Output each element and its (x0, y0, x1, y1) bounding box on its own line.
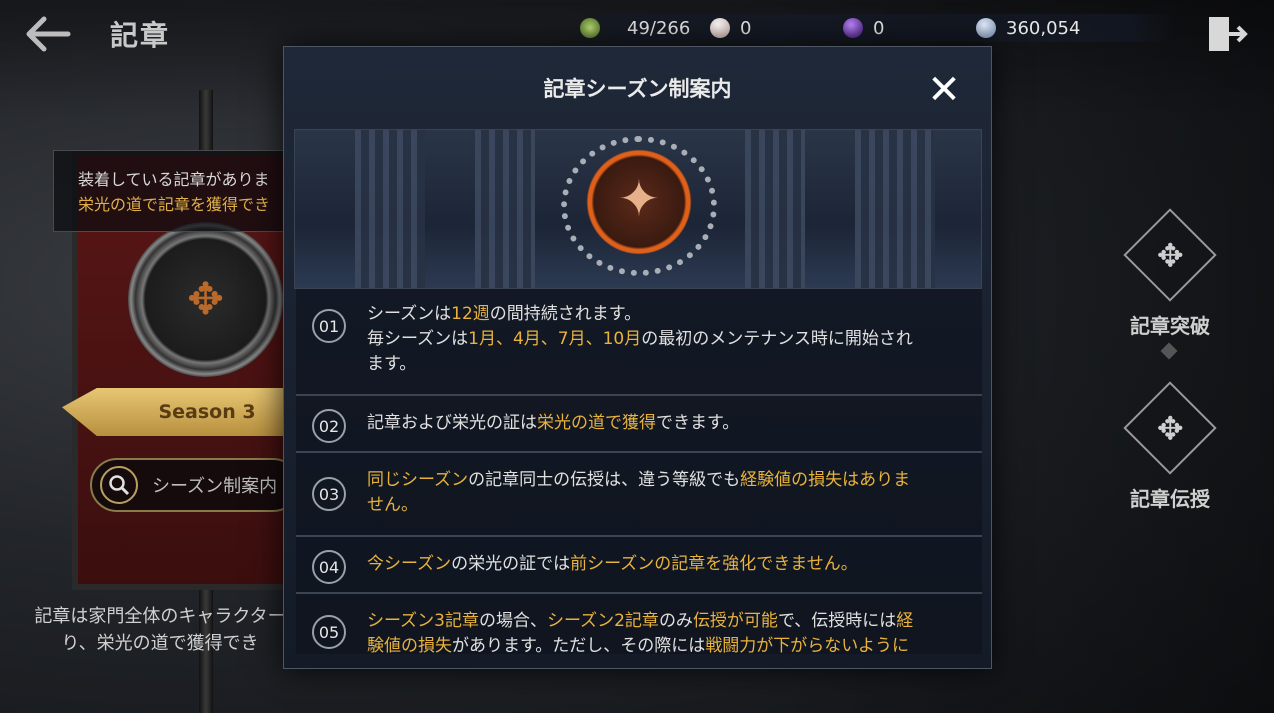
emblem-slot[interactable]: ✥ (128, 222, 283, 377)
highlight-text: 経験値の損失はありま (740, 470, 911, 490)
rule-line: 験値の損失があります。ただし、その際には戦闘力が下がらないように (367, 634, 922, 654)
rule-line: シーズン3記章の場合、シーズン2記章のみ伝授が可能で、伝授時には経 (367, 609, 922, 634)
resource-value: 0 (740, 17, 752, 39)
rule-item: 01 シーズンは12週の間持続されます。 毎シーズンは1月、4月、7月、10月の最… (296, 289, 982, 396)
bottom-note: 記章は家門全体のキャラクター り、栄光の道で獲得でき (30, 603, 290, 657)
plain-text: 記章および栄光の証は (367, 413, 537, 433)
equip-info-box: 装着している記章がありま 栄光の道で記章を獲得でき (53, 150, 293, 232)
resource-value: 0 (873, 17, 885, 39)
knot-icon: ✥ (1156, 409, 1184, 447)
season-guide-button[interactable]: シーズン制案内 (90, 458, 300, 512)
green-gem-icon (580, 18, 600, 38)
highlight-text: 栄光の道で獲得 (537, 413, 656, 433)
transfer-diamond: ✥ (1123, 381, 1217, 475)
exit-icon[interactable] (1205, 14, 1249, 54)
rule-item: 03 同じシーズンの記章同士の伝授は、違う等級でも経験値の損失はありま せん。 (296, 453, 982, 537)
note-line: 記章は家門全体のキャラクター (34, 606, 286, 627)
modal-title: 記章シーズン制案内 (543, 77, 732, 101)
resource-value: 360,054 (1006, 17, 1081, 39)
purple-orb-icon (843, 18, 863, 38)
rule-text: 同じシーズンの記章同士の伝授は、違う等級でも経験値の損失はありま せん。 (367, 468, 922, 518)
info-line: 栄光の道で記章を獲得でき (78, 195, 271, 214)
pillar (855, 130, 935, 288)
rule-number: 01 (312, 309, 346, 343)
highlight-text: 験値の損失 (367, 636, 452, 654)
plain-text: 毎シーズンは (367, 329, 469, 349)
pillar (475, 130, 535, 288)
plain-text: の栄光の証では (451, 554, 571, 574)
plain-text: の場合、 (478, 611, 547, 631)
highlight-text: 同じシーズン (367, 470, 469, 490)
transfer-label: 記章伝授 (1130, 487, 1210, 511)
highlight-text: 今シーズン (367, 554, 452, 574)
knot-icon: ✥ (187, 274, 224, 325)
rule-line: 同じシーズンの記章同士の伝授は、違う等級でも経験値の損失はありま (367, 468, 922, 493)
highlight-text: 前シーズンの記章を強化できません。 (570, 554, 858, 574)
resource-value: 49/266 (627, 17, 691, 39)
highlight-text: 12週 (451, 304, 490, 324)
rule-number: 04 (312, 550, 346, 584)
season-guide-label: シーズン制案内 (152, 476, 278, 497)
plain-text: できます。 (656, 413, 740, 433)
plain-text: で、伝授時には (777, 611, 897, 631)
rule-item: 05 シーズン3記章の場合、シーズン2記章のみ伝授が可能で、伝授時には経 験値の損… (296, 594, 982, 654)
rule-text: 今シーズンの栄光の証では前シーズンの記章を強化できません。 (367, 552, 922, 577)
breakthrough-button[interactable]: ✥ 記章突破 (1110, 208, 1230, 339)
silver-coin-icon (976, 18, 996, 38)
rules-list[interactable]: 01 シーズンは12週の間持続されます。 毎シーズンは1月、4月、7月、10月の最… (296, 289, 982, 654)
rule-line: せん。 (367, 493, 922, 518)
close-icon[interactable]: ✕ (924, 70, 964, 111)
medal-icon: ✦ (581, 144, 697, 260)
white-pearl-icon (710, 18, 730, 38)
breakthrough-label: 記章突破 (1130, 314, 1210, 338)
highlight-text: 経 (896, 611, 914, 631)
knot-icon: ✥ (1156, 236, 1184, 274)
info-line: 装着している記章がありま (78, 170, 270, 189)
note-line: り、栄光の道で獲得でき (61, 633, 259, 654)
rule-line: 毎シーズンは1月、4月、7月、10月の最初のメンテナンス時に開始され (367, 327, 922, 352)
back-arrow-icon[interactable] (22, 14, 72, 54)
rule-line: 記章および栄光の証は栄光の道で獲得できます。 (367, 411, 922, 436)
rule-text: 記章および栄光の証は栄光の道で獲得できます。 (367, 411, 922, 436)
rule-line: 今シーズンの栄光の証では前シーズンの記章を強化できません。 (367, 552, 922, 577)
breakthrough-diamond: ✥ (1123, 208, 1217, 302)
plain-text: があります。ただし、その際には (452, 636, 706, 654)
plain-text: ます。 (367, 354, 417, 374)
highlight-text: シーズン2記章 (546, 611, 659, 631)
pillar (745, 130, 805, 288)
hero-image: ✦ (294, 129, 982, 289)
plain-text: のみ (658, 611, 693, 631)
plain-text: の間持続されます。 (489, 304, 642, 324)
highlight-text: 1月、4月、7月、10月 (468, 329, 642, 349)
rule-line: シーズンは12週の間持続されます。 (367, 302, 922, 327)
pillar (355, 130, 425, 288)
rule-number: 02 (312, 409, 346, 443)
highlight-text: 戦闘力が下がらないように (705, 636, 909, 654)
rule-item: 04 今シーズンの栄光の証では前シーズンの記章を強化できません。 (296, 537, 982, 594)
search-icon (100, 466, 138, 504)
plain-text: の最初のメンテナンス時に開始され (641, 329, 913, 349)
star-cross-icon: ✦ (618, 170, 660, 228)
resource-silver: 360,054 (976, 14, 1080, 42)
rule-number: 05 (312, 615, 346, 649)
plain-text: シーズンは (367, 304, 452, 324)
transfer-button[interactable]: ✥ 記章伝授 (1110, 381, 1230, 512)
rule-text: シーズンは12週の間持続されます。 毎シーズンは1月、4月、7月、10月の最初のメ… (367, 302, 922, 377)
highlight-text: せん。 (367, 495, 418, 515)
resource-green-gem: 49/266 (580, 14, 690, 42)
rule-item: 02 記章および栄光の証は栄光の道で獲得できます。 (296, 396, 982, 453)
resource-purple-orb: 0 (843, 14, 884, 42)
plain-text: の記章同士の伝授は、違う等級でも (468, 470, 741, 490)
rule-line: ます。 (367, 352, 922, 377)
page-title: 記章 (110, 19, 171, 52)
season-guide-modal: 記章シーズン制案内 ✕ ✦ 01 シーズンは12週の間持続されます。 毎シーズンは… (283, 46, 992, 669)
highlight-text: 伝授が可能 (692, 611, 778, 631)
highlight-text: シーズン3記章 (367, 611, 479, 631)
rule-number: 03 (312, 477, 346, 511)
resource-pearl: 0 (710, 14, 751, 42)
rule-text: シーズン3記章の場合、シーズン2記章のみ伝授が可能で、伝授時には経 験値の損失があ… (367, 609, 922, 654)
